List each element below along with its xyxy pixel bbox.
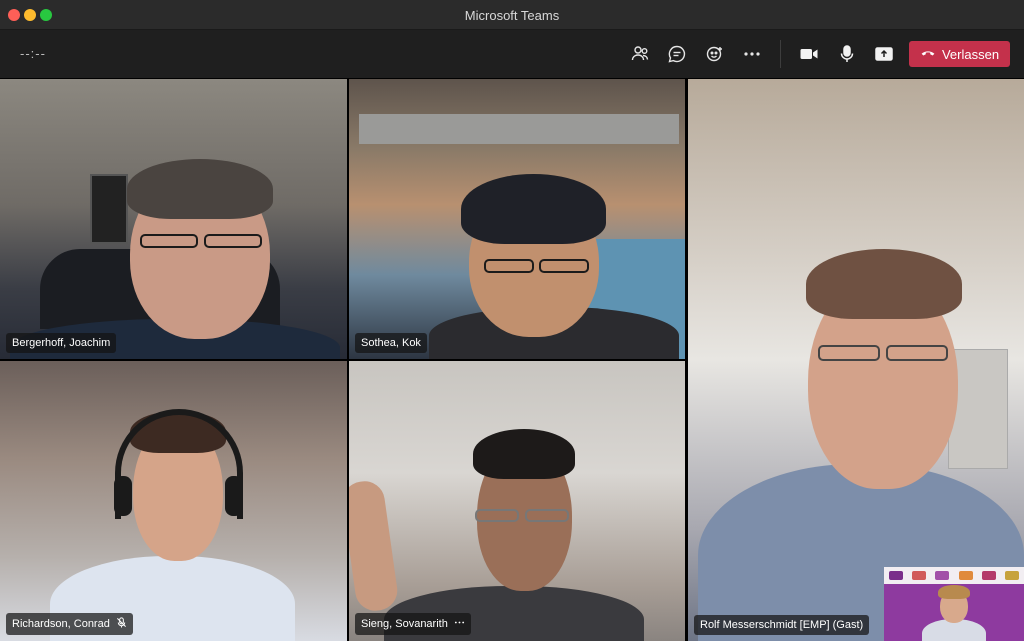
leave-button-label: Verlassen — [941, 46, 1000, 62]
logo-icon — [1005, 571, 1020, 580]
meeting-timer: --:-- — [20, 46, 46, 61]
participant-hair — [806, 249, 962, 319]
glasses — [539, 259, 589, 273]
participants-icon[interactable] — [628, 42, 652, 66]
self-hair — [938, 585, 970, 599]
participant-name: Bergerhoff, Joachim — [12, 337, 111, 349]
glasses — [204, 234, 262, 248]
toolbar-divider — [780, 40, 781, 68]
glasses — [525, 509, 569, 522]
preview-banner — [884, 567, 1024, 584]
participant-name-tag: Sothea, Kok — [355, 333, 427, 353]
logo-icon — [888, 571, 903, 580]
participant-name-tag: Richardson, Conrad — [6, 613, 133, 635]
microphone-muted-icon — [116, 617, 127, 631]
video-tile[interactable]: Richardson, Conrad — [0, 361, 347, 641]
glasses — [886, 345, 948, 361]
participant-name: Rolf Messerschmidt [EMP] (Gast) — [700, 619, 864, 631]
glasses — [484, 259, 534, 273]
participant-name: Sothea, Kok — [361, 337, 421, 349]
chat-icon[interactable] — [665, 42, 689, 66]
participant-name: Richardson, Conrad — [12, 618, 110, 630]
leave-button[interactable]: Verlassen — [909, 41, 1010, 67]
video-tile[interactable]: Bergerhoff, Joachim — [0, 79, 347, 359]
logo-icon — [981, 571, 996, 580]
share-screen-icon[interactable] — [872, 42, 896, 66]
logo-icon — [935, 571, 950, 580]
video-tile[interactable]: Rolf Messerschmidt [EMP] (Gast) — [688, 79, 1024, 641]
meeting-toolbar: --:-- Verlassen — [0, 30, 1024, 78]
participant-hair — [473, 429, 575, 479]
hang-up-icon — [920, 45, 936, 64]
logo-icon — [958, 571, 973, 580]
participant-name-tag[interactable]: Sieng, Sovanarith — [355, 613, 471, 635]
window-title: Microsoft Teams — [464, 8, 560, 23]
headphone-earcup — [114, 476, 132, 516]
video-tile[interactable]: Sieng, Sovanarith — [349, 361, 685, 641]
raised-hand — [349, 478, 400, 614]
glasses — [140, 234, 198, 248]
glasses — [475, 509, 519, 522]
participant-name-tag: Rolf Messerschmidt [EMP] (Gast) — [694, 615, 870, 635]
logo-icon — [911, 571, 926, 580]
camera-icon[interactable] — [797, 42, 821, 66]
self-video-preview[interactable] — [884, 567, 1024, 641]
more-options-icon[interactable] — [454, 617, 465, 631]
participant-hair — [461, 174, 606, 244]
wall-frame — [90, 174, 128, 244]
glasses — [818, 345, 880, 361]
participant-name: Sieng, Sovanarith — [361, 618, 448, 630]
reactions-icon[interactable] — [703, 42, 727, 66]
video-tile[interactable]: Sothea, Kok — [349, 79, 685, 359]
title-bar: Microsoft Teams — [0, 0, 1024, 30]
microphone-icon[interactable] — [835, 42, 859, 66]
participant-name-tag: Bergerhoff, Joachim — [6, 333, 117, 353]
more-icon[interactable] — [740, 42, 764, 66]
headphone-earcup — [225, 476, 243, 516]
ceiling-duct — [359, 114, 679, 144]
participant-hair — [127, 159, 273, 219]
